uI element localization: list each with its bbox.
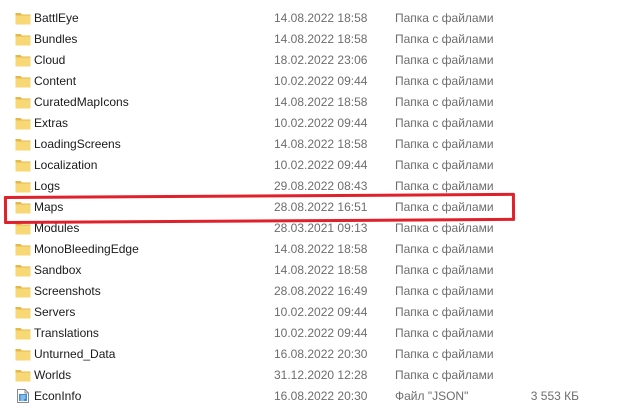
folder-row[interactable]: BattlEye 14.08.2022 18:58 Папка с файлами [0,8,627,29]
item-name: Extras [34,116,69,130]
folder-row[interactable]: LoadingScreens 14.08.2022 18:58 Папка с фа… [0,134,627,155]
item-date-modified: 28.03.2021 09:13 [274,221,368,235]
item-type: Папка с файлами [395,179,494,193]
item-name: CuratedMapIcons [34,95,129,109]
item-type: Папка с файлами [395,200,494,214]
item-name: Logs [34,179,61,193]
item-type: Папка с файлами [395,347,494,361]
folder-row[interactable]: Cloud 18.02.2022 23:06 Папка с файлами [0,50,627,71]
item-type: Папка с файлами [395,53,494,67]
item-type: Папка с файлами [395,221,494,235]
item-date-modified: 28.08.2022 16:49 [274,284,368,298]
folder-icon [15,53,31,67]
item-type: Папка с файлами [395,284,494,298]
folder-icon [15,137,31,151]
item-date-modified: 10.02.2022 09:44 [274,116,368,130]
item-type: Папка с файлами [395,116,494,130]
item-name: Translations [34,326,99,340]
folder-icon [15,200,31,214]
item-name: Modules [34,221,80,235]
item-name: Servers [34,305,76,319]
item-name: EconInfo [34,389,82,403]
item-date-modified: 14.08.2022 18:58 [274,95,368,109]
item-date-modified: 14.08.2022 18:58 [274,32,368,46]
folder-icon [15,221,31,235]
folder-icon [15,242,31,256]
folder-row[interactable]: Localization 10.02.2022 09:44 Папка с файл… [0,155,627,176]
folder-icon [15,116,31,130]
folder-row[interactable]: Bundles 14.08.2022 18:58 Папка с файлами [0,29,627,50]
folder-row[interactable]: Unturned_Data 16.08.2022 20:30 Папка с фай… [0,344,627,365]
item-name: LoadingScreens [34,137,121,151]
item-date-modified: 31.12.2020 12:28 [274,368,368,382]
item-date-modified: 10.02.2022 09:44 [274,305,368,319]
folder-icon [15,179,31,193]
item-type: Папка с файлами [395,242,494,256]
item-date-modified: 16.08.2022 20:30 [274,347,368,361]
item-type: Папка с файлами [395,263,494,277]
folder-row[interactable]: Worlds 31.12.2020 12:28 Папка с файлами [0,365,627,386]
folder-icon [15,326,31,340]
item-date-modified: 18.02.2022 23:06 [274,53,368,67]
folder-icon [15,347,31,361]
folder-row[interactable]: MonoBleedingEdge 14.08.2022 18:58 Папка с … [0,239,627,260]
folder-icon [15,368,31,382]
item-date-modified: 10.02.2022 09:44 [274,74,368,88]
folder-icon [15,158,31,172]
item-name: Content [34,74,77,88]
item-type: Файл "JSON" [395,389,469,403]
item-name: Sandbox [34,263,82,277]
item-date-modified: 10.02.2022 09:44 [274,158,368,172]
folder-row[interactable]: Translations 10.02.2022 09:44 Папка с файл… [0,323,627,344]
json-file-icon [15,389,31,403]
item-name: BattlEye [34,11,79,25]
item-type: Папка с файлами [395,11,494,25]
folder-row[interactable]: Servers 10.02.2022 09:44 Папка с файлами [0,302,627,323]
item-date-modified: 14.08.2022 18:58 [274,242,368,256]
item-date-modified: 14.08.2022 18:58 [274,263,368,277]
item-type: Папка с файлами [395,305,494,319]
folder-icon [15,263,31,277]
item-date-modified: 14.08.2022 18:58 [274,137,368,151]
folder-row[interactable]: Logs 29.08.2022 08:43 Папка с файлами [0,176,627,197]
item-size: 3 553 КБ [530,389,579,403]
item-date-modified: 14.08.2022 18:58 [274,11,368,25]
file-list: BattlEye 14.08.2022 18:58 Папка с файлами B… [0,8,627,407]
item-date-modified: 28.08.2022 16:51 [274,200,368,214]
item-name: Maps [34,200,64,214]
item-type: Папка с файлами [395,32,494,46]
folder-icon [15,74,31,88]
item-type: Папка с файлами [395,158,494,172]
item-name: MonoBleedingEdge [34,242,139,256]
item-date-modified: 16.08.2022 20:30 [274,389,368,403]
folder-row[interactable]: Sandbox 14.08.2022 18:58 Папка с файлами [0,260,627,281]
folder-icon [15,284,31,298]
file-row[interactable]: EconInfo 16.08.2022 20:30 Файл "JSON" 3 553… [0,386,627,407]
folder-row[interactable]: Screenshots 28.08.2022 16:49 Папка с файла… [0,281,627,302]
item-type: Папка с файлами [395,95,494,109]
item-name: Bundles [34,32,78,46]
item-name: Worlds [34,368,72,382]
folder-icon [15,11,31,25]
item-type: Папка с файлами [395,368,494,382]
folder-icon [15,32,31,46]
folder-icon [15,95,31,109]
item-type: Папка с файлами [395,137,494,151]
folder-row[interactable]: CuratedMapIcons 14.08.2022 18:58 Папка с ф… [0,92,627,113]
item-type: Папка с файлами [395,326,494,340]
item-type: Папка с файлами [395,74,494,88]
item-date-modified: 10.02.2022 09:44 [274,326,368,340]
item-name: Unturned_Data [34,347,116,361]
item-name: Localization [34,158,98,172]
folder-row[interactable]: Extras 10.02.2022 09:44 Папка с файлами [0,113,627,134]
folder-row[interactable]: Content 10.02.2022 09:44 Папка с файлами [0,71,627,92]
folder-icon [15,305,31,319]
folder-row[interactable]: Maps 28.08.2022 16:51 Папка с файлами [0,197,627,218]
item-name: Cloud [34,53,66,67]
folder-row[interactable]: Modules 28.03.2021 09:13 Папка с файлами [0,218,627,239]
item-date-modified: 29.08.2022 08:43 [274,179,368,193]
item-name: Screenshots [34,284,101,298]
